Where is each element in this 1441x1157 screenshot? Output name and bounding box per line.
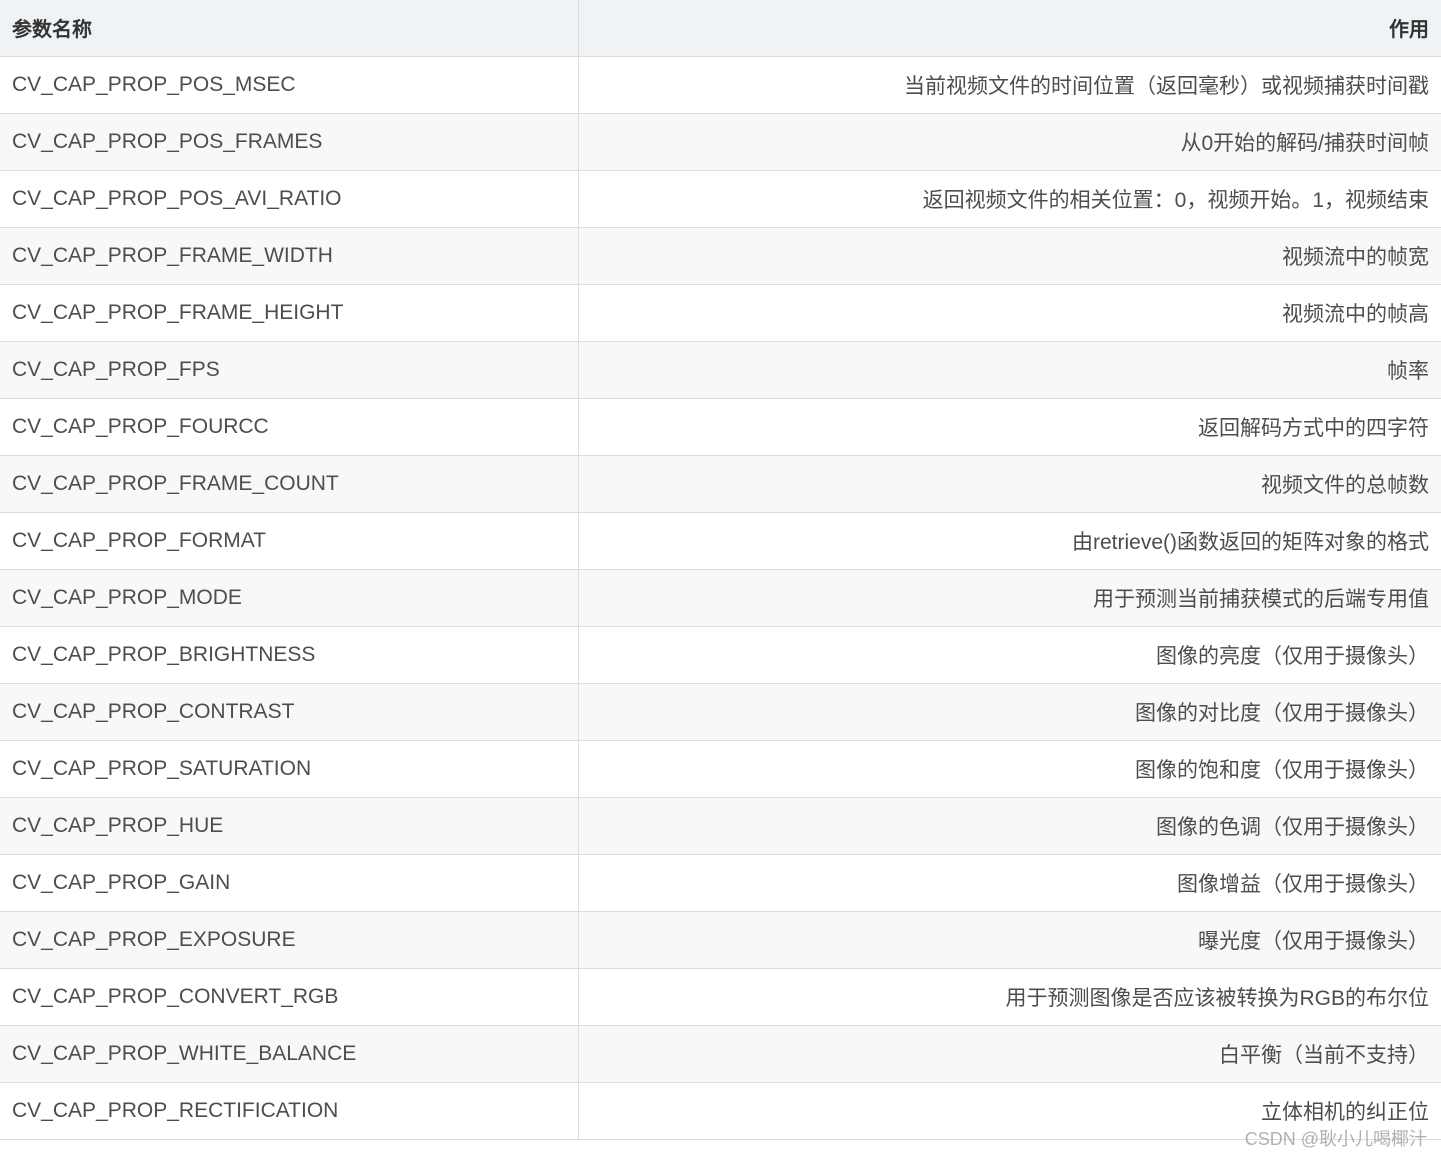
param-description-cell: 白平衡（当前不支持） bbox=[577, 1024, 1441, 1083]
param-description-cell: 返回视频文件的相关位置：0，视频开始。1，视频结束 bbox=[577, 169, 1441, 228]
parameter-table: 参数名称 作用 CV_CAP_PROP_POS_MSEC 当前视频文件的时间位置（… bbox=[0, 0, 1441, 1140]
table-row: CV_CAP_PROP_FOURCC 返回解码方式中的四字符 bbox=[0, 397, 1441, 456]
table-row: CV_CAP_PROP_POS_FRAMES 从0开始的解码/捕获时间帧 bbox=[0, 112, 1441, 171]
table-row: CV_CAP_PROP_MODE 用于预测当前捕获模式的后端专用值 bbox=[0, 568, 1441, 627]
param-name-cell: CV_CAP_PROP_POS_MSEC bbox=[0, 55, 579, 114]
param-description-cell: 图像的色调（仅用于摄像头） bbox=[577, 796, 1441, 855]
table-row: CV_CAP_PROP_SATURATION 图像的饱和度（仅用于摄像头） bbox=[0, 739, 1441, 798]
table-row: CV_CAP_PROP_WHITE_BALANCE 白平衡（当前不支持） bbox=[0, 1024, 1441, 1083]
param-description-cell: 由retrieve()函数返回的矩阵对象的格式 bbox=[577, 511, 1441, 570]
param-description-cell: 图像的饱和度（仅用于摄像头） bbox=[577, 739, 1441, 798]
table-row: CV_CAP_PROP_FORMAT 由retrieve()函数返回的矩阵对象的格… bbox=[0, 511, 1441, 570]
table-row: CV_CAP_PROP_BRIGHTNESS 图像的亮度（仅用于摄像头） bbox=[0, 625, 1441, 684]
param-description-cell: 曝光度（仅用于摄像头） bbox=[577, 910, 1441, 969]
param-name-cell: CV_CAP_PROP_EXPOSURE bbox=[0, 910, 579, 969]
table-row: CV_CAP_PROP_GAIN 图像增益（仅用于摄像头） bbox=[0, 853, 1441, 912]
param-name-cell: CV_CAP_PROP_FOURCC bbox=[0, 397, 579, 456]
param-name-cell: CV_CAP_PROP_POS_AVI_RATIO bbox=[0, 169, 579, 228]
param-name-cell: CV_CAP_PROP_FRAME_WIDTH bbox=[0, 226, 579, 285]
param-name-cell: CV_CAP_PROP_SATURATION bbox=[0, 739, 579, 798]
param-name-cell: CV_CAP_PROP_HUE bbox=[0, 796, 579, 855]
param-description-cell: 用于预测图像是否应该被转换为RGB的布尔位 bbox=[577, 967, 1441, 1026]
param-description-cell: 立体相机的纠正位 bbox=[577, 1081, 1441, 1140]
param-name-cell: CV_CAP_PROP_MODE bbox=[0, 568, 579, 627]
param-name-cell: CV_CAP_PROP_CONTRAST bbox=[0, 682, 579, 741]
param-name-cell: CV_CAP_PROP_WHITE_BALANCE bbox=[0, 1024, 579, 1083]
param-description-cell: 返回解码方式中的四字符 bbox=[577, 397, 1441, 456]
table-row: CV_CAP_PROP_POS_AVI_RATIO 返回视频文件的相关位置：0，视… bbox=[0, 169, 1441, 228]
table-row: CV_CAP_PROP_FRAME_WIDTH 视频流中的帧宽 bbox=[0, 226, 1441, 285]
param-name-cell: CV_CAP_PROP_FPS bbox=[0, 340, 579, 399]
header-description: 作用 bbox=[577, 0, 1441, 57]
table-row: CV_CAP_PROP_POS_MSEC 当前视频文件的时间位置（返回毫秒）或视频… bbox=[0, 55, 1441, 114]
param-name-cell: CV_CAP_PROP_FRAME_HEIGHT bbox=[0, 283, 579, 342]
param-name-cell: CV_CAP_PROP_RECTIFICATION bbox=[0, 1081, 579, 1140]
header-parameter-name: 参数名称 bbox=[0, 0, 579, 57]
param-description-cell: 图像的对比度（仅用于摄像头） bbox=[577, 682, 1441, 741]
table-row: CV_CAP_PROP_FPS 帧率 bbox=[0, 340, 1441, 399]
param-name-cell: CV_CAP_PROP_BRIGHTNESS bbox=[0, 625, 579, 684]
param-description-cell: 视频流中的帧高 bbox=[577, 283, 1441, 342]
table-row: CV_CAP_PROP_FRAME_COUNT 视频文件的总帧数 bbox=[0, 454, 1441, 513]
param-description-cell: 用于预测当前捕获模式的后端专用值 bbox=[577, 568, 1441, 627]
param-description-cell: 图像增益（仅用于摄像头） bbox=[577, 853, 1441, 912]
table-row: CV_CAP_PROP_RECTIFICATION 立体相机的纠正位 bbox=[0, 1081, 1441, 1140]
param-description-cell: 视频文件的总帧数 bbox=[577, 454, 1441, 513]
param-description-cell: 帧率 bbox=[577, 340, 1441, 399]
table-body: CV_CAP_PROP_POS_MSEC 当前视频文件的时间位置（返回毫秒）或视频… bbox=[0, 55, 1441, 1140]
param-description-cell: 从0开始的解码/捕获时间帧 bbox=[577, 112, 1441, 171]
param-name-cell: CV_CAP_PROP_FORMAT bbox=[0, 511, 579, 570]
param-description-cell: 图像的亮度（仅用于摄像头） bbox=[577, 625, 1441, 684]
table-row: CV_CAP_PROP_CONTRAST 图像的对比度（仅用于摄像头） bbox=[0, 682, 1441, 741]
table-row: CV_CAP_PROP_EXPOSURE 曝光度（仅用于摄像头） bbox=[0, 910, 1441, 969]
table-row: CV_CAP_PROP_HUE 图像的色调（仅用于摄像头） bbox=[0, 796, 1441, 855]
param-name-cell: CV_CAP_PROP_GAIN bbox=[0, 853, 579, 912]
table-header-row: 参数名称 作用 bbox=[0, 0, 1441, 57]
param-description-cell: 当前视频文件的时间位置（返回毫秒）或视频捕获时间戳 bbox=[577, 55, 1441, 114]
param-name-cell: CV_CAP_PROP_POS_FRAMES bbox=[0, 112, 579, 171]
param-name-cell: CV_CAP_PROP_CONVERT_RGB bbox=[0, 967, 579, 1026]
param-name-cell: CV_CAP_PROP_FRAME_COUNT bbox=[0, 454, 579, 513]
table-row: CV_CAP_PROP_CONVERT_RGB 用于预测图像是否应该被转换为RGB… bbox=[0, 967, 1441, 1026]
table-row: CV_CAP_PROP_FRAME_HEIGHT 视频流中的帧高 bbox=[0, 283, 1441, 342]
param-description-cell: 视频流中的帧宽 bbox=[577, 226, 1441, 285]
